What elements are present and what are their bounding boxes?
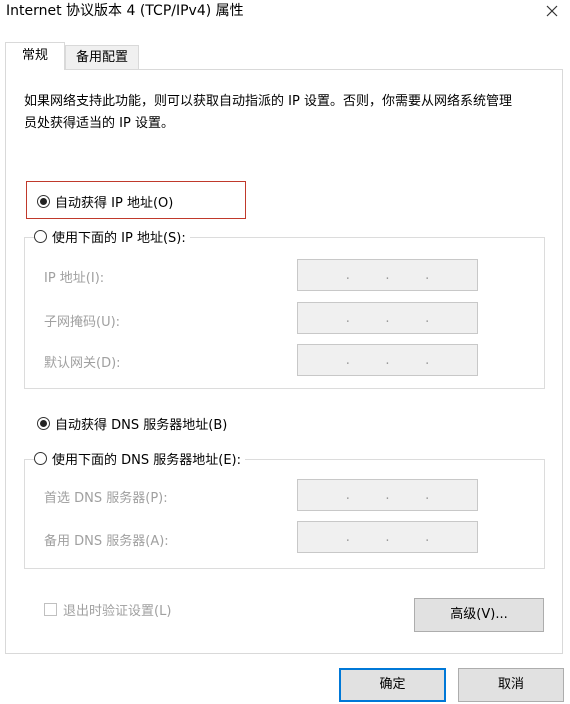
ip-dot: .	[385, 310, 390, 326]
ip-dot: .	[385, 267, 390, 283]
radio-manual-dns[interactable]: 使用下面的 DNS 服务器地址(E):	[34, 449, 245, 468]
ip-dot: .	[385, 529, 390, 545]
radio-auto-ip-label: 自动获得 IP 地址(O)	[55, 196, 174, 211]
close-icon	[546, 5, 558, 17]
ip-dot: .	[345, 529, 350, 545]
ip-dot: .	[425, 352, 430, 368]
radio-auto-dns-label: 自动获得 DNS 服务器地址(B)	[55, 418, 228, 433]
radio-selected-icon	[37, 195, 50, 208]
description-text: 如果网络支持此功能，则可以获取自动指派的 IP 设置。否则，你需要从网络系统管理…	[24, 94, 512, 131]
radio-manual-ip-label: 使用下面的 IP 地址(S):	[52, 231, 186, 246]
ip-dot: .	[425, 487, 430, 503]
ip-dot: .	[385, 352, 390, 368]
ip-dot: .	[345, 267, 350, 283]
validate-on-exit-checkbox[interactable]: 退出时验证设置(L)	[44, 600, 171, 619]
radio-manual-ip[interactable]: 使用下面的 IP 地址(S):	[34, 227, 190, 246]
validate-on-exit-label: 退出时验证设置(L)	[63, 604, 172, 619]
alternate-dns-label: 备用 DNS 服务器(A):	[44, 534, 169, 549]
subnet-mask-label: 子网掩码(U):	[44, 315, 121, 330]
subnet-mask-input[interactable]: ...	[297, 302, 478, 334]
ip-dot: .	[425, 267, 430, 283]
ip-dot: .	[385, 487, 390, 503]
radio-auto-ip[interactable]: 自动获得 IP 地址(O)	[37, 192, 173, 211]
tab-general[interactable]: 常规	[5, 42, 65, 70]
tab-alternate-config[interactable]: 备用配置	[65, 45, 139, 69]
ip-dot: .	[345, 310, 350, 326]
ip-dot: .	[345, 352, 350, 368]
preferred-dns-input[interactable]: ...	[297, 479, 478, 511]
default-gateway-input[interactable]: ...	[297, 344, 478, 376]
window-title: Internet 协议版本 4 (TCP/IPv4) 属性	[6, 3, 244, 19]
advanced-button[interactable]: 高级(V)...	[414, 598, 544, 632]
ip-address-input[interactable]: ...	[297, 259, 478, 291]
radio-auto-dns[interactable]: 自动获得 DNS 服务器地址(B)	[37, 414, 227, 433]
close-button[interactable]	[541, 0, 563, 22]
radio-unselected-icon	[34, 230, 47, 243]
preferred-dns-label: 首选 DNS 服务器(P):	[44, 491, 168, 506]
radio-selected-icon	[37, 417, 50, 430]
cancel-button[interactable]: 取消	[458, 668, 564, 702]
radio-manual-dns-label: 使用下面的 DNS 服务器地址(E):	[52, 453, 241, 468]
default-gateway-label: 默认网关(D):	[44, 356, 121, 371]
radio-unselected-icon	[34, 452, 47, 465]
ip-address-label: IP 地址(I):	[44, 271, 105, 286]
ip-dot: .	[425, 310, 430, 326]
ok-button[interactable]: 确定	[339, 668, 446, 702]
checkbox-icon	[44, 603, 57, 616]
ip-dot: .	[345, 487, 350, 503]
alternate-dns-input[interactable]: ...	[297, 521, 478, 553]
ip-dot: .	[425, 529, 430, 545]
